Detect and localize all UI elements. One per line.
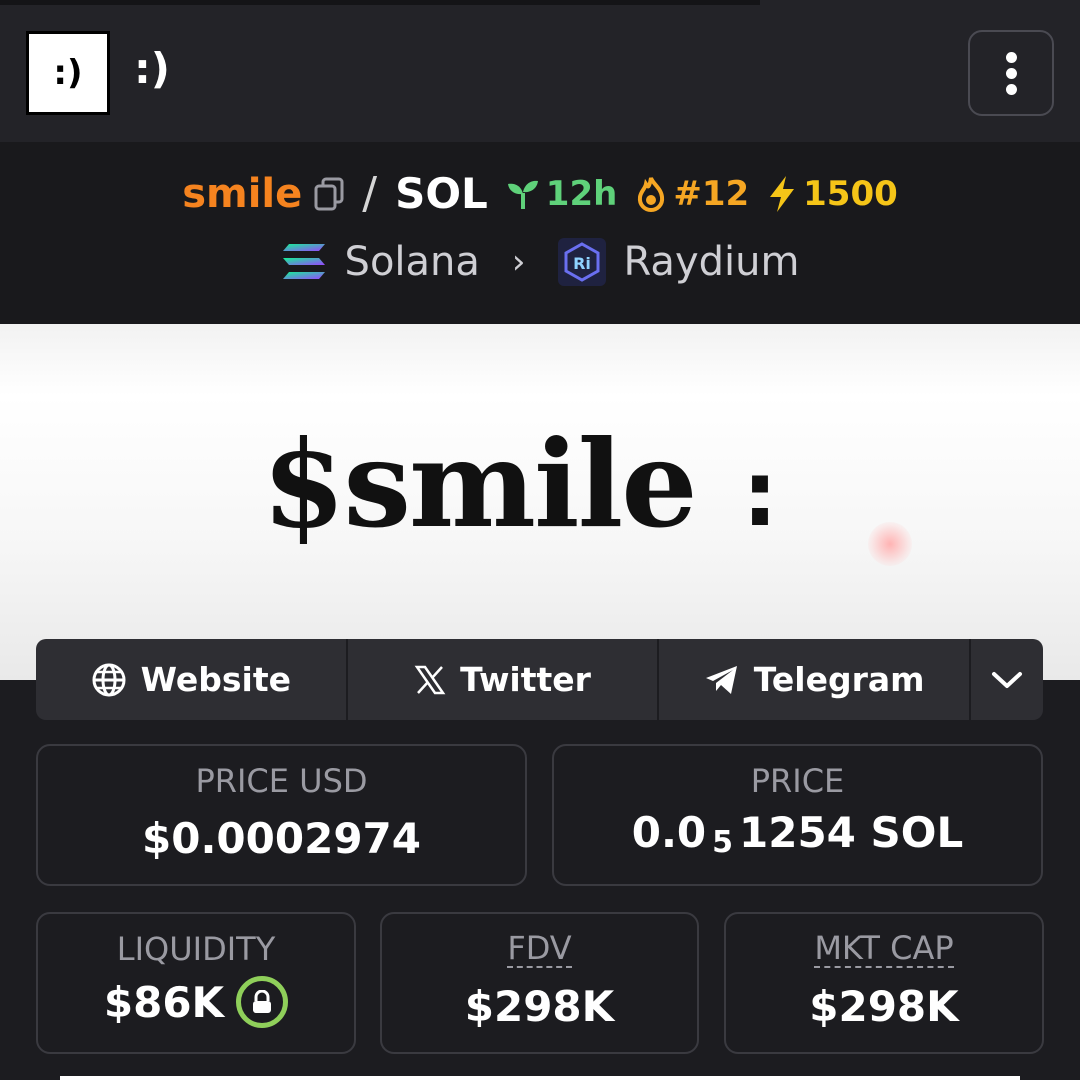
globe-icon <box>92 663 126 696</box>
chain-breadcrumb: Solana › Ri Raydium <box>0 238 1080 286</box>
pair-age-badge: 12h <box>506 173 618 214</box>
liquidity-value: $86K <box>103 977 225 1027</box>
token-logo[interactable]: :) <box>26 31 110 115</box>
kebab-menu-icon <box>1005 51 1017 63</box>
token-name-label: :) <box>134 44 170 93</box>
price-native-value: 0.0 5 1254 SOL <box>631 808 964 860</box>
loading-progress-bar <box>0 0 760 5</box>
liquidity-label: LIQUIDITY <box>116 930 276 968</box>
boost-badge[interactable]: 1500 <box>767 174 898 214</box>
telegram-link-button[interactable]: Telegram <box>659 639 972 720</box>
quote-token-symbol: SOL <box>395 169 488 218</box>
copy-icon[interactable] <box>314 177 344 211</box>
dex-link[interactable]: Raydium <box>624 239 800 285</box>
svg-text:Ri: Ri <box>573 254 591 273</box>
lightning-icon <box>770 175 795 212</box>
pair-title-row: smile / SOL 12h #12 1500 <box>0 168 1080 219</box>
price-native-card: PRICE 0.0 5 1254 SOL <box>552 744 1043 886</box>
telegram-link-label: Telegram <box>753 660 925 699</box>
pair-header: smile / SOL 12h #12 1500 Solana › Ri Ray… <box>0 142 1080 324</box>
fdv-card: FDV $298K <box>380 912 699 1054</box>
price-usd-value: $0.0002974 <box>142 814 421 863</box>
twitter-link-button[interactable]: Twitter <box>348 639 660 720</box>
raydium-icon: Ri <box>557 238 606 286</box>
price-zero-count: 5 <box>712 825 734 860</box>
website-link-label: Website <box>140 660 291 699</box>
x-logo-icon <box>414 665 446 694</box>
price-usd-card: PRICE USD $0.0002974 <box>36 744 527 886</box>
top-bar: :) :) <box>0 0 1080 142</box>
market-cap-value: $298K <box>809 982 959 1031</box>
boost-count-text: 1500 <box>803 173 898 214</box>
liquidity-card: LIQUIDITY $86K <box>36 912 356 1054</box>
market-cap-label[interactable]: MKT CAP <box>814 930 954 968</box>
chain-link[interactable]: Solana <box>345 239 480 285</box>
trending-rank-badge[interactable]: #12 <box>635 174 749 214</box>
chevron-down-icon <box>992 671 1023 688</box>
liquidity-lock-button[interactable] <box>236 976 289 1028</box>
token-logo-text: :) <box>53 53 83 93</box>
liquidity-value-row: $86K <box>103 976 289 1028</box>
token-banner-image: $smile : <box>0 324 1080 680</box>
more-links-button[interactable] <box>971 639 1043 720</box>
banner-glow <box>868 522 912 566</box>
website-link-button[interactable]: Website <box>36 639 348 720</box>
trending-rank-text: #12 <box>673 173 750 214</box>
market-cap-card: MKT CAP $298K <box>724 912 1044 1054</box>
more-options-button[interactable] <box>968 30 1054 116</box>
next-section-edge <box>60 1076 1020 1080</box>
twitter-link-label: Twitter <box>460 660 591 699</box>
fdv-label[interactable]: FDV <box>507 930 572 968</box>
kebab-dot <box>1005 83 1017 95</box>
banner-colon: : <box>742 442 778 547</box>
banner-text: $smile <box>262 414 698 555</box>
social-links-bar: Website Twitter Telegram <box>36 639 1043 720</box>
price-digits: 1254 SOL <box>739 808 964 857</box>
fdv-value: $298K <box>464 982 615 1031</box>
price-prefix: 0.0 <box>631 808 707 857</box>
seedling-icon <box>507 180 538 209</box>
chevron-right-icon: › <box>511 242 526 282</box>
lock-icon <box>253 990 272 1013</box>
kebab-dot <box>1005 67 1017 79</box>
solana-icon <box>282 244 325 279</box>
price-usd-label: PRICE USD <box>195 762 368 800</box>
pair-age-text: 12h <box>545 173 618 214</box>
price-native-label: PRICE <box>750 762 845 800</box>
flame-icon <box>638 176 665 212</box>
base-token-symbol: smile <box>182 170 303 217</box>
pair-separator: / <box>362 168 378 219</box>
telegram-icon <box>705 665 737 694</box>
